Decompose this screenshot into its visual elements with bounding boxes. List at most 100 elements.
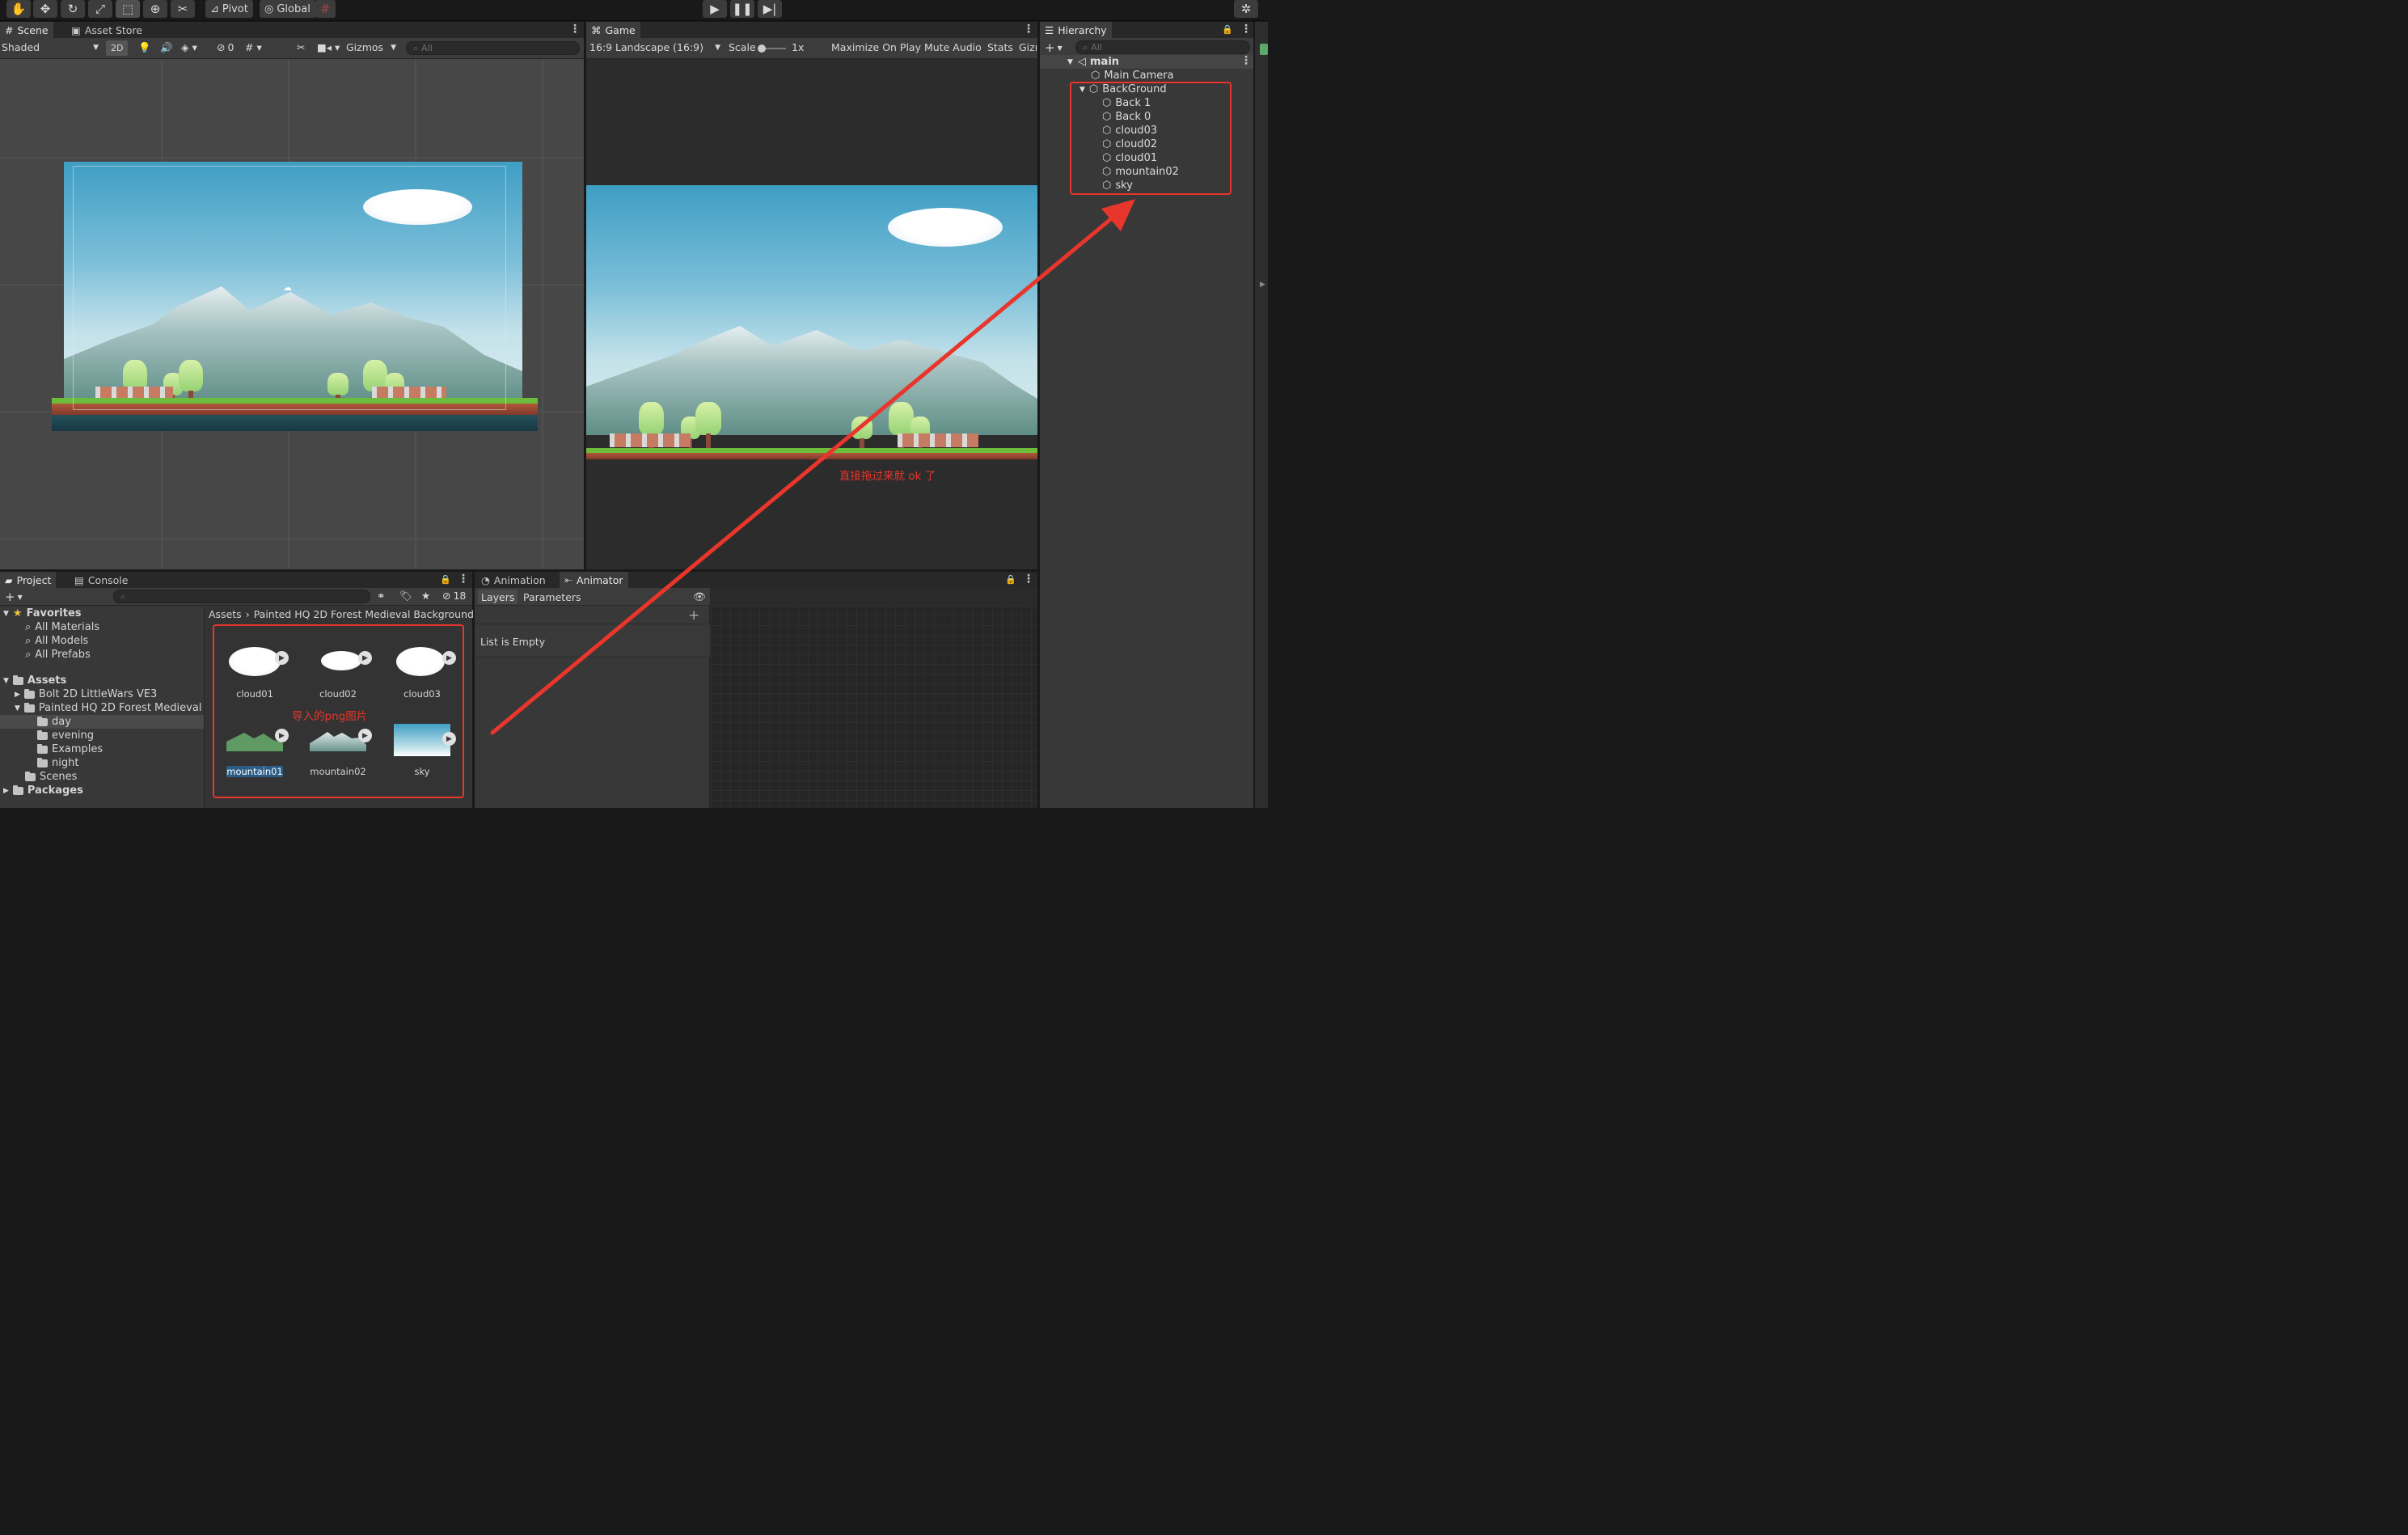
tab-animation[interactable]: ◔ Animation [476,572,551,588]
animator-subtabs: Layers Parameters 👁 [475,588,710,606]
effects-icon[interactable]: ◈ ▾ [181,41,197,53]
lock-icon[interactable]: 🔒 [1222,24,1233,35]
2d-toggle[interactable]: 2D [106,40,129,56]
step-button[interactable]: ▶| [758,0,782,18]
favorites-header[interactable]: ▼ ★ Favorites [3,607,82,620]
hierarchy-menu-icon[interactable]: ⋮ [1240,23,1252,36]
tab-parameters[interactable]: Parameters [523,590,581,604]
lighting-icon[interactable]: 💡 [138,41,151,54]
pivot-toggle[interactable]: ⊿ Pivot [205,0,253,18]
folder-scenes[interactable]: Scenes [25,770,77,784]
tab-animator[interactable]: ⤜ Animator [560,572,628,588]
stats-toggle[interactable]: Stats [987,41,1013,53]
chevron-right-icon: › [245,608,250,620]
scale-slider[interactable] [758,44,786,53]
folder-bolt[interactable]: ▶ Bolt 2D LittleWars VE3 [15,687,157,701]
tab-hierarchy[interactable]: ☰ Hierarchy [1040,22,1112,38]
hierarchy-item-label: Main Camera [1104,70,1174,82]
hierarchy-item-main-camera[interactable]: ⬡ Main Camera [1091,69,1174,82]
folder-day[interactable]: day [37,715,71,729]
collapse-arrow-icon: ▶ [3,786,9,795]
assets-root[interactable]: ▼ Assets [3,674,66,687]
folder-icon [37,716,48,726]
scale-slider-thumb[interactable] [758,44,766,53]
hierarchy-search-input[interactable]: ⌕ All [1075,40,1250,54]
resolution-dropdown[interactable]: 16:9 Landscape (16:9) ▼ [589,41,720,53]
animator-menu-icon[interactable]: ⋮ [1023,573,1034,586]
tab-scene[interactable]: # Scene [0,22,53,38]
global-toggle[interactable]: ◎ Global [260,0,315,18]
animator-graph[interactable] [711,606,1037,808]
search-by-label-icon[interactable]: 🏷 [399,590,412,603]
hidden-packages-toggle[interactable]: ⊘ 18 [442,590,466,602]
camera-icon[interactable]: ■◂ ▾ [317,41,340,53]
favorite-star-icon[interactable]: ★ [421,590,430,602]
tab-game[interactable]: ⌘ Game [586,22,640,38]
animator-sidebar: Layers Parameters 👁 + List is Empty [475,588,710,808]
layers-header: + [475,606,710,624]
game-dirt [586,453,1037,459]
packages-root[interactable]: ▶ Packages [3,784,83,797]
transform-tool-icon[interactable]: ⊕ [143,0,167,18]
scale-tool-icon[interactable]: ⤢ [88,0,112,18]
search-by-type-icon[interactable]: ⚭ [377,590,385,602]
project-menu-icon[interactable]: ⋮ [458,573,469,586]
tab-layers[interactable]: Layers [478,590,518,604]
scene-menu-icon[interactable]: ⋮ [569,23,581,36]
folder-examples[interactable]: Examples [37,742,103,756]
folder-painted-hq[interactable]: ▼ Painted HQ 2D Forest Medieval Ba [15,701,218,715]
rect-tool-icon[interactable]: ⬚ [116,0,140,18]
globe-icon: ◎ [264,2,274,15]
scene-tabbar: # Scene ▣ Asset Store ⋮ [0,22,584,38]
audio-icon[interactable]: 🔊 [160,41,173,54]
hidden-objects-toggle[interactable]: ⊘ 0 [217,41,234,53]
breadcrumb-item[interactable]: Painted HQ 2D Forest Medieval Background [254,608,474,620]
create-add-button[interactable]: + ▼ [1045,40,1062,55]
2d-label: 2D [111,43,124,53]
draw-mode-dropdown[interactable]: Shaded ▼ [2,41,99,53]
rotate-tool-icon[interactable]: ↻ [61,0,85,18]
lock-icon[interactable]: 🔒 [1005,574,1016,585]
game-gizmos-toggle[interactable]: Gizı [1019,41,1037,53]
pause-button[interactable]: ❚❚ [730,0,754,18]
search-icon: ⌕ [120,590,126,602]
inspector-collapsed-strip[interactable]: ▶ [1255,22,1268,808]
mute-audio-toggle[interactable]: Mute Audio [924,41,982,53]
gizmos-dropdown[interactable]: Gizmos ▼ [346,41,396,53]
folder-evening[interactable]: evening [37,729,94,742]
move-tool-icon[interactable]: ✥ [33,0,57,18]
scene-root-row[interactable]: ▼ ◁ main ⋮ [1040,54,1253,69]
breadcrumb-item[interactable]: Assets [209,608,242,620]
scene-viewport[interactable]: ☁ [0,59,584,569]
grid-toggle-icon[interactable]: # ▾ [245,41,262,53]
favorite-item[interactable]: ⌕ All Materials [25,620,99,634]
eye-icon[interactable]: 👁 [693,590,706,604]
hierarchy-tabbar: ☰ Hierarchy 🔒 ⋮ [1040,22,1253,38]
maximize-on-play-toggle[interactable]: Maximize On Play [831,41,921,53]
settings-icon[interactable]: ✲ [1234,0,1258,18]
folder-night[interactable]: night [37,756,78,770]
play-button[interactable]: ▶ [703,0,727,18]
scene-menu-dots-icon[interactable]: ⋮ [1240,54,1252,67]
favorite-item[interactable]: ⌕ All Prefabs [25,648,91,662]
game-viewport[interactable]: 直接拖过来就 ok 了 [586,59,1037,569]
create-add-button[interactable]: + ▼ [5,590,23,604]
tab-game-label: Game [605,23,636,36]
project-search-input[interactable]: ⌕ [113,590,370,603]
grid-snap-icon[interactable]: # [315,0,336,18]
lock-icon[interactable]: 🔒 [440,574,451,585]
tab-console[interactable]: ▤ Console [70,572,133,588]
tab-project[interactable]: ▰ Project [0,572,57,588]
add-layer-button[interactable]: + [688,607,699,624]
cloud-gizmo-icon: ☁ [283,282,292,293]
game-menu-icon[interactable]: ⋮ [1023,23,1034,36]
tools-icon[interactable]: ✂ [297,41,305,53]
tab-asset-store[interactable]: ▣ Asset Store [66,22,147,38]
custom-tool-icon[interactable]: ✂ [171,0,195,18]
tab-asset-store-label: Asset Store [84,23,142,36]
scene-search-input[interactable]: ⌕ All [406,41,580,55]
console-icon: ▤ [74,573,84,586]
favorite-item[interactable]: ⌕ All Models [25,634,88,648]
tab-console-label: Console [87,573,129,586]
hand-tool-icon[interactable]: ✋ [6,0,31,18]
